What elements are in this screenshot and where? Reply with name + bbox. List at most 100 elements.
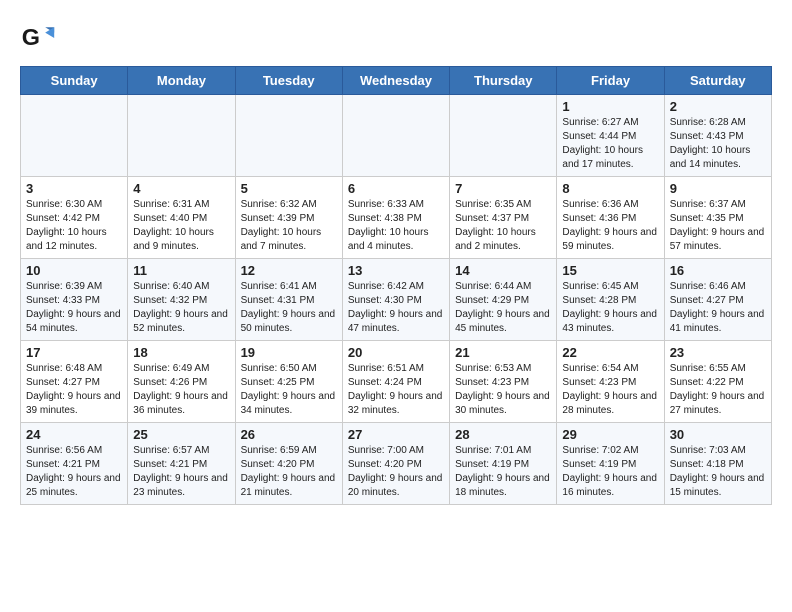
day-number: 18 [133, 345, 229, 360]
day-info: Sunrise: 6:56 AM Sunset: 4:21 PM Dayligh… [26, 444, 122, 500]
logo-icon: G [20, 20, 56, 56]
day-info: Sunrise: 6:33 AM Sunset: 4:38 PM Dayligh… [348, 198, 444, 254]
day-info: Sunrise: 7:01 AM Sunset: 4:19 PM Dayligh… [455, 444, 551, 500]
day-info: Sunrise: 6:55 AM Sunset: 4:22 PM Dayligh… [670, 362, 766, 418]
day-info: Sunrise: 6:30 AM Sunset: 4:42 PM Dayligh… [26, 198, 122, 254]
day-info: Sunrise: 6:36 AM Sunset: 4:36 PM Dayligh… [562, 198, 658, 254]
day-number: 14 [455, 263, 551, 278]
day-cell: 19 Sunrise: 6:50 AM Sunset: 4:25 PM Dayli… [235, 341, 342, 423]
day-cell [21, 95, 128, 177]
day-info: Sunrise: 6:32 AM Sunset: 4:39 PM Dayligh… [241, 198, 337, 254]
svg-text:G: G [22, 24, 40, 50]
week-row-0: 1 Sunrise: 6:27 AM Sunset: 4:44 PM Daylig… [21, 95, 772, 177]
calendar-body: 1 Sunrise: 6:27 AM Sunset: 4:44 PM Daylig… [21, 95, 772, 505]
day-cell: 25 Sunrise: 6:57 AM Sunset: 4:21 PM Dayli… [128, 423, 235, 505]
day-cell: 7 Sunrise: 6:35 AM Sunset: 4:37 PM Daylig… [450, 177, 557, 259]
day-info: Sunrise: 6:45 AM Sunset: 4:28 PM Dayligh… [562, 280, 658, 336]
day-cell: 3 Sunrise: 6:30 AM Sunset: 4:42 PM Daylig… [21, 177, 128, 259]
day-number: 9 [670, 181, 766, 196]
day-cell: 22Sunrise: 6:54 AM Sunset: 4:23 PM Dayli… [557, 341, 664, 423]
day-number: 25 [133, 427, 229, 442]
day-cell: 2Sunrise: 6:28 AM Sunset: 4:43 PM Daylig… [664, 95, 771, 177]
day-info: Sunrise: 6:39 AM Sunset: 4:33 PM Dayligh… [26, 280, 122, 336]
day-number: 11 [133, 263, 229, 278]
header-wednesday: Wednesday [342, 67, 449, 95]
day-number: 16 [670, 263, 766, 278]
header-row: SundayMondayTuesdayWednesdayThursdayFrid… [21, 67, 772, 95]
day-number: 28 [455, 427, 551, 442]
day-number: 22 [562, 345, 658, 360]
calendar-table: SundayMondayTuesdayWednesdayThursdayFrid… [20, 66, 772, 505]
day-info: Sunrise: 7:03 AM Sunset: 4:18 PM Dayligh… [670, 444, 766, 500]
week-row-2: 10 Sunrise: 6:39 AM Sunset: 4:33 PM Dayli… [21, 259, 772, 341]
day-info: Sunrise: 6:27 AM Sunset: 4:44 PM Dayligh… [562, 116, 658, 172]
day-number: 5 [241, 181, 337, 196]
day-number: 4 [133, 181, 229, 196]
day-cell: 14Sunrise: 6:44 AM Sunset: 4:29 PM Dayli… [450, 259, 557, 341]
day-cell: 18 Sunrise: 6:49 AM Sunset: 4:26 PM Dayli… [128, 341, 235, 423]
day-cell: 11 Sunrise: 6:40 AM Sunset: 4:32 PM Dayli… [128, 259, 235, 341]
page-header: G [20, 20, 772, 56]
day-cell: 15 Sunrise: 6:45 AM Sunset: 4:28 PM Dayli… [557, 259, 664, 341]
week-row-4: 24 Sunrise: 6:56 AM Sunset: 4:21 PM Dayli… [21, 423, 772, 505]
day-cell: 4 Sunrise: 6:31 AM Sunset: 4:40 PM Daylig… [128, 177, 235, 259]
day-cell [235, 95, 342, 177]
day-number: 30 [670, 427, 766, 442]
day-number: 21 [455, 345, 551, 360]
day-number: 8 [562, 181, 658, 196]
week-row-3: 17 Sunrise: 6:48 AM Sunset: 4:27 PM Dayli… [21, 341, 772, 423]
day-number: 26 [241, 427, 337, 442]
day-info: Sunrise: 6:28 AM Sunset: 4:43 PM Dayligh… [670, 116, 766, 172]
day-number: 17 [26, 345, 122, 360]
header-thursday: Thursday [450, 67, 557, 95]
day-info: Sunrise: 6:53 AM Sunset: 4:23 PM Dayligh… [455, 362, 551, 418]
day-number: 24 [26, 427, 122, 442]
day-info: Sunrise: 6:50 AM Sunset: 4:25 PM Dayligh… [241, 362, 337, 418]
header-saturday: Saturday [664, 67, 771, 95]
day-info: Sunrise: 6:48 AM Sunset: 4:27 PM Dayligh… [26, 362, 122, 418]
day-cell [450, 95, 557, 177]
day-cell: 8 Sunrise: 6:36 AM Sunset: 4:36 PM Daylig… [557, 177, 664, 259]
day-cell: 26 Sunrise: 6:59 AM Sunset: 4:20 PM Dayli… [235, 423, 342, 505]
day-number: 12 [241, 263, 337, 278]
day-number: 7 [455, 181, 551, 196]
day-info: Sunrise: 6:46 AM Sunset: 4:27 PM Dayligh… [670, 280, 766, 336]
day-cell: 29 Sunrise: 7:02 AM Sunset: 4:19 PM Dayli… [557, 423, 664, 505]
day-info: Sunrise: 6:40 AM Sunset: 4:32 PM Dayligh… [133, 280, 229, 336]
day-number: 29 [562, 427, 658, 442]
day-number: 27 [348, 427, 444, 442]
calendar-header: SundayMondayTuesdayWednesdayThursdayFrid… [21, 67, 772, 95]
day-number: 6 [348, 181, 444, 196]
day-info: Sunrise: 6:57 AM Sunset: 4:21 PM Dayligh… [133, 444, 229, 500]
day-info: Sunrise: 6:41 AM Sunset: 4:31 PM Dayligh… [241, 280, 337, 336]
day-cell: 9 Sunrise: 6:37 AM Sunset: 4:35 PM Daylig… [664, 177, 771, 259]
logo: G [20, 20, 60, 56]
day-number: 19 [241, 345, 337, 360]
day-number: 3 [26, 181, 122, 196]
day-cell: 6 Sunrise: 6:33 AM Sunset: 4:38 PM Daylig… [342, 177, 449, 259]
day-info: Sunrise: 6:49 AM Sunset: 4:26 PM Dayligh… [133, 362, 229, 418]
day-info: Sunrise: 6:37 AM Sunset: 4:35 PM Dayligh… [670, 198, 766, 254]
day-cell: 1 Sunrise: 6:27 AM Sunset: 4:44 PM Daylig… [557, 95, 664, 177]
header-monday: Monday [128, 67, 235, 95]
day-number: 15 [562, 263, 658, 278]
day-number: 1 [562, 99, 658, 114]
day-info: Sunrise: 6:31 AM Sunset: 4:40 PM Dayligh… [133, 198, 229, 254]
day-info: Sunrise: 6:35 AM Sunset: 4:37 PM Dayligh… [455, 198, 551, 254]
day-info: Sunrise: 7:02 AM Sunset: 4:19 PM Dayligh… [562, 444, 658, 500]
day-cell: 30 Sunrise: 7:03 AM Sunset: 4:18 PM Dayli… [664, 423, 771, 505]
day-info: Sunrise: 6:51 AM Sunset: 4:24 PM Dayligh… [348, 362, 444, 418]
day-number: 23 [670, 345, 766, 360]
day-info: Sunrise: 6:42 AM Sunset: 4:30 PM Dayligh… [348, 280, 444, 336]
day-cell: 21 Sunrise: 6:53 AM Sunset: 4:23 PM Dayli… [450, 341, 557, 423]
day-cell: 13Sunrise: 6:42 AM Sunset: 4:30 PM Dayli… [342, 259, 449, 341]
day-number: 10 [26, 263, 122, 278]
day-cell: 12 Sunrise: 6:41 AM Sunset: 4:31 PM Dayli… [235, 259, 342, 341]
day-info: Sunrise: 6:59 AM Sunset: 4:20 PM Dayligh… [241, 444, 337, 500]
week-row-1: 3 Sunrise: 6:30 AM Sunset: 4:42 PM Daylig… [21, 177, 772, 259]
day-cell: 28 Sunrise: 7:01 AM Sunset: 4:19 PM Dayli… [450, 423, 557, 505]
day-cell: 10 Sunrise: 6:39 AM Sunset: 4:33 PM Dayli… [21, 259, 128, 341]
day-cell: 23 Sunrise: 6:55 AM Sunset: 4:22 PM Dayli… [664, 341, 771, 423]
day-cell: 17 Sunrise: 6:48 AM Sunset: 4:27 PM Dayli… [21, 341, 128, 423]
day-cell [128, 95, 235, 177]
